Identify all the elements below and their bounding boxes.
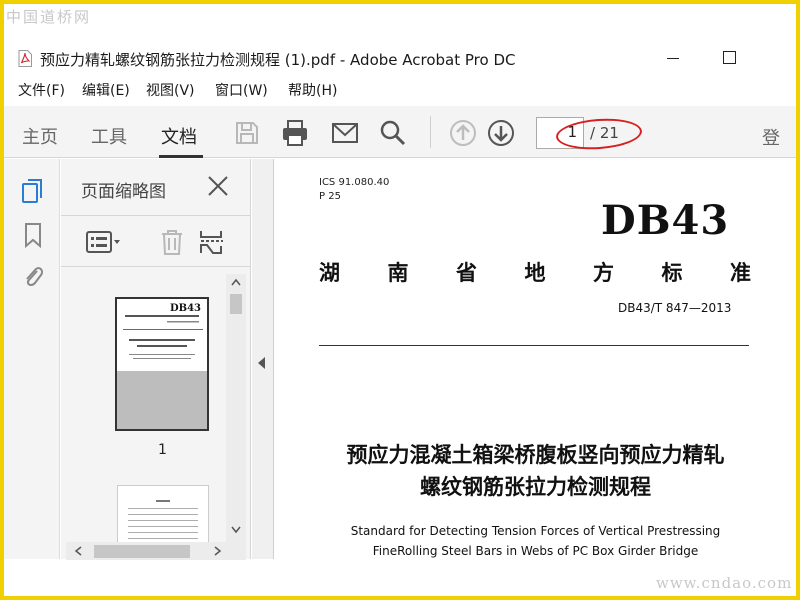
page-down-icon[interactable]	[486, 118, 516, 148]
thumbnail-preview: DB43	[123, 303, 203, 359]
document-page: ICS 91.080.40 P 25 DB43 湖 南 省 地 方 标 准 DB…	[275, 159, 796, 596]
panel-title: 页面缩略图	[81, 182, 166, 202]
page-thumbnail-1[interactable]: DB43	[115, 297, 209, 431]
thumbnail-toolbar	[61, 215, 251, 267]
thumbnail-panel: 页面缩略图 DB43 1	[61, 159, 251, 559]
doc-standard-code: DB43	[601, 197, 730, 244]
maximize-button[interactable]	[714, 46, 744, 70]
doc-title-chinese-line1: 预应力混凝土箱梁桥腹板竖向预应力精轧	[346, 443, 725, 467]
vertical-scroll-thumb[interactable]	[230, 294, 242, 314]
active-tab-indicator	[159, 155, 203, 158]
main-toolbar: 主页 工具 文档 1 / 21 登	[4, 106, 796, 158]
scroll-up-arrow-icon[interactable]	[231, 278, 241, 286]
thumbnail-horizontal-scrollbar[interactable]	[66, 542, 246, 560]
tab-home[interactable]: 主页	[22, 123, 58, 149]
doc-title-chinese: 预应力混凝土箱梁桥腹板竖向预应力精轧 螺纹钢筋张拉力检测规程	[275, 439, 796, 503]
collapse-panel-arrow-icon[interactable]	[258, 357, 265, 369]
scroll-down-arrow-icon[interactable]	[231, 526, 241, 534]
email-icon[interactable]	[330, 118, 360, 148]
doc-ics-code: ICS 91.080.40	[319, 177, 390, 188]
navigation-rail	[4, 159, 60, 559]
doc-standard-number: DB43/T 847—2013	[618, 301, 732, 315]
thumbnail-options-icon[interactable]	[85, 228, 123, 256]
thumbnail-vertical-scrollbar[interactable]	[226, 274, 246, 544]
search-icon[interactable]	[378, 118, 408, 148]
save-icon[interactable]	[232, 118, 262, 148]
menu-help[interactable]: 帮助(H)	[288, 80, 337, 100]
standard-name-char: 湖	[319, 261, 340, 285]
page-thumbnail-2[interactable]	[117, 485, 209, 543]
page-thumbnails-icon[interactable]	[20, 177, 46, 205]
doc-title-chinese-line2: 螺纹钢筋张拉力检测规程	[420, 475, 651, 499]
menu-window[interactable]: 窗口(W)	[215, 80, 268, 100]
doc-title-english-line1: Standard for Detecting Tension Forces of…	[350, 524, 721, 538]
svg-text:DB43: DB43	[170, 303, 201, 314]
menu-bar: 文件(F) 编辑(E) 视图(V) 窗口(W) 帮助(H)	[4, 78, 796, 100]
standard-name-char: 地	[524, 261, 546, 285]
doc-divider	[319, 345, 749, 346]
standard-name-char: 南	[387, 261, 409, 285]
minimize-button[interactable]	[658, 46, 688, 70]
toolbar-separator	[430, 116, 431, 148]
bookmarks-icon[interactable]	[20, 221, 46, 249]
thumbnail-list: DB43 1	[65, 273, 245, 543]
watermark-site-name: 中国道桥网	[6, 8, 92, 26]
app-window: 中国道桥网 预应力精轧螺纹钢筋张拉力检测规程 (1).pdf - Adobe A…	[4, 4, 796, 596]
menu-edit[interactable]: 编辑(E)	[82, 80, 130, 100]
doc-title-english-line2: FineRolling Steel Bars in Webs of PC Box…	[372, 544, 699, 558]
delete-page-icon[interactable]	[157, 228, 187, 256]
scroll-right-arrow-icon[interactable]	[214, 546, 222, 556]
doc-title-english: Standard for Detecting Tension Forces of…	[275, 521, 796, 561]
sign-in-button[interactable]: 登	[762, 124, 780, 150]
tab-document[interactable]: 文档	[161, 123, 197, 149]
doc-classification: ICS 91.080.40 P 25	[319, 176, 389, 204]
standard-name-char: 省	[456, 261, 477, 285]
standard-name-char: 方	[593, 261, 614, 285]
title-bar: 预应力精轧螺纹钢筋张拉力检测规程 (1).pdf - Adobe Acrobat…	[4, 44, 796, 74]
extract-page-icon[interactable]	[197, 228, 227, 256]
panel-splitter[interactable]	[252, 159, 274, 559]
watermark-url: www.cndao.com	[656, 574, 793, 592]
window-title: 预应力精轧螺纹钢筋张拉力检测规程 (1).pdf - Adobe Acrobat…	[40, 51, 516, 69]
menu-view[interactable]: 视图(V)	[146, 80, 195, 100]
close-icon[interactable]	[205, 173, 231, 199]
standard-name-char: 标	[661, 261, 683, 285]
horizontal-scroll-thumb[interactable]	[94, 545, 190, 558]
doc-ccs-code: P 25	[319, 191, 341, 202]
print-icon[interactable]	[280, 118, 310, 148]
thumbnail-preview	[128, 500, 198, 539]
thumbnail-label-1: 1	[158, 442, 167, 458]
menu-file[interactable]: 文件(F)	[18, 80, 65, 100]
doc-standard-name: 湖 南 省 地 方 标 准	[319, 257, 751, 287]
pdf-file-icon	[18, 50, 32, 67]
scroll-left-arrow-icon[interactable]	[74, 546, 82, 556]
attachments-icon[interactable]	[20, 263, 46, 291]
thumbnail-viewport-overlay	[117, 371, 207, 429]
standard-name-char: 准	[730, 261, 751, 285]
page-up-icon[interactable]	[448, 118, 478, 148]
tab-tools[interactable]: 工具	[91, 123, 127, 149]
